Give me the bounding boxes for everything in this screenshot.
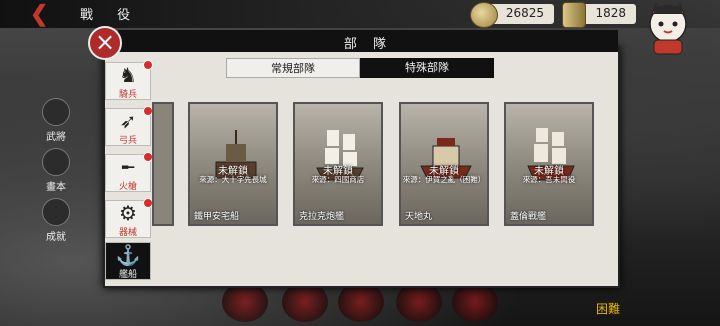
sidebar-item-label: 器械	[118, 228, 137, 238]
crest-icon[interactable]	[282, 282, 328, 322]
lucky-cat-avatar[interactable]	[640, 0, 696, 56]
ship-card-partial[interactable]	[152, 102, 174, 226]
sidebar-item-label: 騎兵	[118, 90, 137, 100]
ship-card[interactable]: 未解鎖 來源：大十字先長城 鐵甲安宅船	[188, 102, 278, 226]
ship-name: 蓋倫戰艦	[510, 212, 547, 222]
unlock-hint: 來源：四國商店	[311, 175, 365, 184]
sidebar-item-label: 艦船	[118, 270, 137, 280]
generals-icon	[42, 98, 70, 126]
sidebar-item-siege[interactable]: ⚙ 器械	[105, 198, 153, 238]
ship-name: 克拉克炮艦	[299, 212, 345, 222]
crest-icon[interactable]	[452, 282, 498, 322]
coin-amount: 26825	[505, 6, 544, 20]
difficulty-label[interactable]: 困難	[596, 300, 620, 317]
sidebar-item-label: 弓兵	[118, 136, 137, 146]
unit-category-sidebar: ♞ 騎兵 ➶ 弓兵 ╾ 火槍 ⚙ 器械 ⚓ 艦船	[105, 60, 153, 280]
achievements-menu-item[interactable]: 成就	[40, 198, 72, 243]
book-icon	[42, 148, 70, 176]
panel-header: 部 隊	[118, 30, 618, 52]
sidebar-item-musket[interactable]: ╾ 火槍	[105, 152, 153, 192]
ship-card[interactable]: 未解鎖 來源：伊賀之亂（困難） 天地丸	[399, 102, 489, 226]
sidebar-item-cavalry[interactable]: ♞ 騎兵	[105, 60, 153, 100]
crest-icon[interactable]	[338, 282, 384, 322]
ship-name: 鐵甲安宅船	[194, 212, 240, 222]
sidebar-item-label: 火槍	[118, 182, 137, 192]
generals-label: 武將	[46, 132, 66, 143]
bottom-crest-row	[220, 282, 560, 326]
ingot-counter: 1828	[562, 2, 636, 28]
trophy-icon	[42, 198, 70, 226]
tab-normal-troops[interactable]: 常規部隊	[226, 58, 360, 78]
tab-special-troops[interactable]: 特殊部隊	[360, 58, 494, 78]
sidebar-item-ships[interactable]: ⚓ 艦船	[105, 242, 151, 280]
sidebar-item-archers[interactable]: ➶ 弓兵	[105, 106, 153, 146]
unlock-hint: 來源：大十字先長城	[199, 175, 267, 184]
panel-title: 部 隊	[343, 37, 393, 52]
picture-book-label: 畫本	[46, 182, 66, 193]
crest-icon[interactable]	[396, 282, 442, 322]
ship-card[interactable]: 未解鎖 來源：四國商店 克拉克炮艦	[293, 102, 383, 226]
unlock-hint: 來源：伊賀之亂（困難）	[402, 175, 486, 184]
generals-menu-item[interactable]: 武將	[40, 98, 72, 143]
crest-icon[interactable]	[222, 282, 268, 322]
unlock-hint: 來源：吾未間役	[522, 175, 576, 184]
ship-name: 天地丸	[405, 212, 433, 222]
ingot-icon	[562, 2, 586, 28]
close-button[interactable]: ×	[88, 26, 122, 60]
coin-counter: 26825	[470, 2, 554, 28]
page-title: 戰 役	[80, 8, 141, 23]
notification-dot	[143, 60, 153, 70]
troop-tabs: 常規部隊 特殊部隊	[226, 58, 494, 78]
anchor-icon: ⚓	[115, 243, 141, 267]
coin-icon	[470, 2, 498, 28]
back-arrow-icon[interactable]: ❮	[30, 3, 52, 25]
ingot-amount: 1828	[595, 6, 626, 20]
picture-book-menu-item[interactable]: 畫本	[40, 148, 72, 193]
achievements-label: 成就	[46, 232, 66, 243]
ship-card[interactable]: 未解鎖 來源：吾未間役 蓋倫戰艦	[504, 102, 594, 226]
